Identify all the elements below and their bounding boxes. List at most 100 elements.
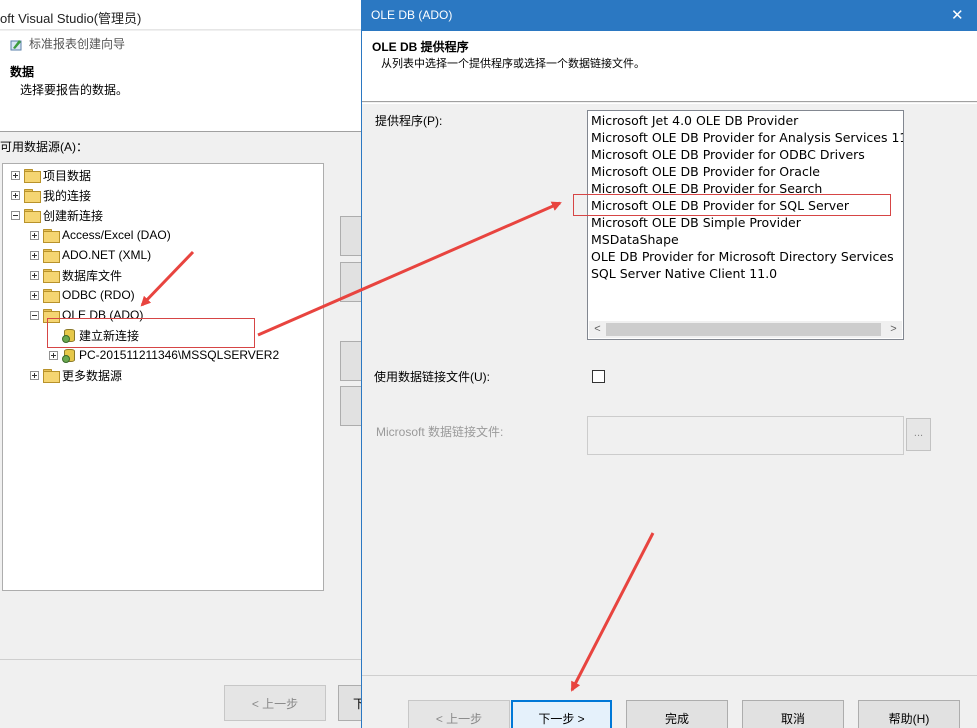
wizard-header: 标准报表创建向导 数据 选择要报告的数据。 (0, 31, 362, 132)
help-button[interactable]: 帮助(H) (858, 700, 960, 728)
step-title: 数据 (10, 63, 34, 80)
footer-divider (362, 675, 977, 676)
dialog-heading: OLE DB 提供程序 (372, 38, 469, 55)
horizontal-scrollbar[interactable]: < > (589, 321, 902, 338)
tree-item-label: PC-201511211346\MSSQLSERVER2 (79, 348, 279, 362)
provider-item[interactable]: OLE DB Provider for Microsoft Directory … (591, 248, 894, 265)
tree-item-label: 数据库文件 (62, 267, 122, 284)
tree-item-ole-db[interactable]: OLE DB (ADO) (30, 306, 143, 324)
tree-item-label: 更多数据源 (62, 367, 122, 384)
remove-button[interactable] (340, 341, 362, 381)
cancel-button[interactable]: 取消 (742, 700, 844, 728)
scroll-right-icon[interactable]: > (885, 321, 902, 338)
collapse-icon[interactable] (30, 311, 39, 320)
provider-item[interactable]: Microsoft OLE DB Provider for Oracle (591, 163, 820, 180)
wizard-prev-button[interactable]: < 上一步 (224, 685, 326, 721)
scroll-left-icon[interactable]: < (589, 321, 606, 338)
data-link-file-label: Microsoft 数据链接文件: (376, 423, 503, 440)
step-description: 选择要报告的数据。 (20, 81, 128, 98)
expand-icon[interactable] (11, 171, 20, 180)
folder-icon (43, 369, 59, 381)
wizard-next-button[interactable]: 下 (338, 685, 362, 721)
ole-db-dialog: OLE DB (ADO) ✕ OLE DB 提供程序 从列表中选择一个提供程序或… (361, 0, 977, 728)
cancel-button-label: 取消 (781, 710, 805, 727)
tree-item-access-excel[interactable]: Access/Excel (DAO) (30, 226, 171, 244)
provider-item[interactable]: Microsoft OLE DB Simple Provider (591, 214, 801, 231)
tree-item-ado-net[interactable]: ADO.NET (XML) (30, 246, 151, 264)
prev-button-label: < 上一步 (436, 710, 482, 727)
browse-button[interactable]: ... (906, 418, 931, 451)
wizard-titlebar: oft Visual Studio(管理员) (0, 0, 362, 30)
expand-icon[interactable] (30, 291, 39, 300)
provider-label: 提供程序(P): (375, 112, 442, 129)
dialog-header: OLE DB 提供程序 从列表中选择一个提供程序或选择一个数据链接文件。 (362, 31, 977, 102)
expand-icon[interactable] (11, 191, 20, 200)
expand-icon[interactable] (30, 371, 39, 380)
tree-item-label: 建立新连接 (79, 327, 139, 344)
scroll-thumb[interactable] (606, 323, 881, 336)
next-button-label: 下一步 > (538, 710, 584, 727)
finish-button-label: 完成 (665, 710, 689, 727)
folder-icon (43, 309, 59, 321)
tree-item-label: Access/Excel (DAO) (62, 228, 171, 242)
wizard-window-title: oft Visual Studio(管理员) (0, 8, 141, 27)
use-data-link-checkbox[interactable] (592, 370, 605, 383)
available-datasources-label: 可用数据源(A)： (0, 138, 88, 155)
wizard-name: 标准报表创建向导 (29, 35, 125, 52)
folder-icon (43, 289, 59, 301)
tree-item-make-new-connection[interactable]: 建立新连接 (49, 326, 139, 344)
dialog-title: OLE DB (ADO) (371, 8, 452, 22)
collapse-icon[interactable] (11, 211, 20, 220)
tree-item-label: 我的连接 (43, 187, 91, 204)
help-button-label: 帮助(H) (889, 710, 930, 727)
provider-item-sql-server[interactable]: Microsoft OLE DB Provider for SQL Server (591, 197, 849, 214)
provider-item[interactable]: SQL Server Native Client 11.0 (591, 265, 777, 282)
dialog-titlebar: OLE DB (ADO) ✕ (362, 0, 977, 31)
dialog-description: 从列表中选择一个提供程序或选择一个数据链接文件。 (381, 55, 645, 71)
expand-icon[interactable] (30, 251, 39, 260)
folder-icon (43, 229, 59, 241)
tree-item-label: ADO.NET (XML) (62, 248, 151, 262)
use-data-link-label: 使用数据链接文件(U): (374, 368, 490, 385)
provider-item[interactable]: Microsoft Jet 4.0 OLE DB Provider (591, 112, 798, 129)
tree-item-server-connection[interactable]: PC-201511211346\MSSQLSERVER2 (49, 346, 279, 364)
tree-item-project-data[interactable]: 项目数据 (11, 166, 91, 184)
expand-icon[interactable] (30, 271, 39, 280)
expand-icon[interactable] (49, 351, 58, 360)
close-icon[interactable]: ✕ (951, 6, 965, 22)
remove-all-button[interactable] (340, 386, 362, 426)
folder-icon (43, 249, 59, 261)
folder-icon (24, 209, 40, 221)
tree-item-label: 创建新连接 (43, 207, 103, 224)
provider-item[interactable]: Microsoft OLE DB Provider for Analysis S… (591, 129, 904, 146)
tree-item-odbc[interactable]: ODBC (RDO) (30, 286, 135, 304)
tree-item-create-new-connection[interactable]: 创建新连接 (11, 206, 103, 224)
finish-button[interactable]: 完成 (626, 700, 728, 728)
tree-item-my-connections[interactable]: 我的连接 (11, 186, 91, 204)
provider-item[interactable]: Microsoft OLE DB Provider for Search (591, 180, 822, 197)
folder-icon (43, 269, 59, 281)
header-divider (362, 103, 977, 105)
tree-item-label: 项目数据 (43, 167, 91, 184)
provider-item[interactable]: MSDataShape (591, 231, 679, 248)
add-all-button[interactable] (340, 262, 362, 302)
folder-icon (24, 189, 40, 201)
new-connection-icon (62, 328, 76, 342)
folder-icon (24, 169, 40, 181)
tree-item-database-files[interactable]: 数据库文件 (30, 266, 122, 284)
tree-item-label: OLE DB (ADO) (62, 308, 143, 322)
datasource-tree[interactable]: 项目数据 我的连接 创建新连接 Access/Excel (DAO) ADO.N… (2, 163, 324, 591)
provider-item[interactable]: Microsoft OLE DB Provider for ODBC Drive… (591, 146, 865, 163)
tree-item-more-datasources[interactable]: 更多数据源 (30, 366, 122, 384)
data-link-file-field[interactable] (587, 416, 904, 455)
prev-button[interactable]: < 上一步 (408, 700, 510, 728)
report-wizard-window: oft Visual Studio(管理员) 标准报表创建向导 数据 选择要报告… (0, 0, 362, 728)
add-button[interactable] (340, 216, 362, 256)
tree-item-label: ODBC (RDO) (62, 288, 135, 302)
wizard-icon (10, 38, 24, 52)
next-button[interactable]: 下一步 > (511, 700, 612, 728)
provider-listbox[interactable]: Microsoft Jet 4.0 OLE DB Provider Micros… (587, 110, 904, 340)
database-icon (62, 348, 76, 362)
expand-icon[interactable] (30, 231, 39, 240)
footer-divider (0, 659, 362, 660)
